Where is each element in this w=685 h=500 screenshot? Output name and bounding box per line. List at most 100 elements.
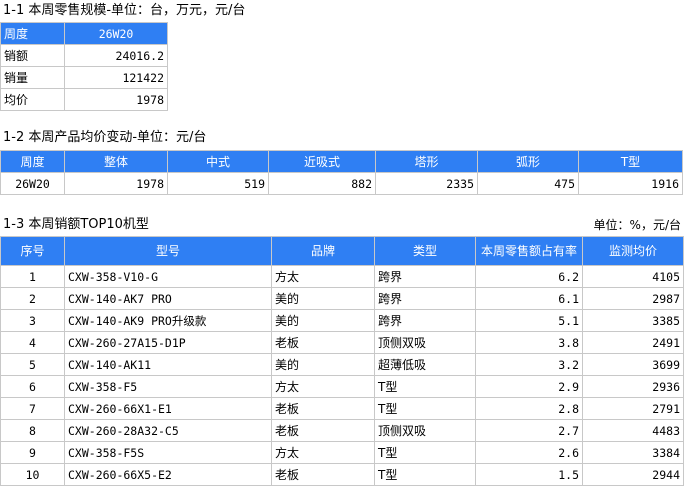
- header-cell: 本周零售额占有率: [475, 236, 583, 266]
- header-cell: 近吸式: [268, 150, 376, 173]
- table-cell: 1916: [578, 172, 683, 195]
- header-cell: 整体: [64, 150, 168, 173]
- retail-scale-table: 周度 26W20 销额 24016.2 销量 121422 均价 1978: [0, 22, 168, 111]
- header-cell: 品牌: [271, 236, 375, 266]
- table-cell: 4483: [582, 419, 684, 442]
- row-value: 24016.2: [64, 44, 168, 67]
- table-cell: 475: [477, 172, 579, 195]
- table-row: 4 CXW-260-27A15-D1P 老板 顶侧双吸 3.8 2491: [0, 331, 684, 354]
- table-row: 3 CXW-140-AK9 PRO升级款 美的 跨界 5.1 3385: [0, 309, 684, 332]
- table-cell: 5.1: [475, 309, 583, 332]
- table-cell: 2.8: [475, 397, 583, 420]
- row-label: 销额: [0, 44, 65, 67]
- table-row: 7 CXW-260-66X1-E1 老板 T型 2.8 2791: [0, 397, 684, 420]
- table-cell: CXW-358-V10-G: [64, 265, 272, 288]
- table-header-row: 序号 型号 品牌 类型 本周零售额占有率 监测均价: [0, 236, 684, 266]
- table-cell: 1978: [64, 172, 168, 195]
- table-cell: CXW-140-AK11: [64, 353, 272, 376]
- row-value: 121422: [64, 66, 168, 89]
- table-row: 1 CXW-358-V10-G 方太 跨界 6.2 4105: [0, 265, 684, 288]
- header-cell: T型: [578, 150, 683, 173]
- table-cell: 3699: [582, 353, 684, 376]
- table-cell: 超薄低吸: [374, 353, 476, 376]
- table-cell: 5: [0, 353, 65, 376]
- table-row: 销额 24016.2: [0, 44, 168, 67]
- table-cell: 9: [0, 441, 65, 464]
- table-cell: 美的: [271, 309, 375, 332]
- table-row: 2 CXW-140-AK7 PRO 美的 跨界 6.1 2987: [0, 287, 684, 310]
- table-header-row: 周度 26W20: [0, 22, 168, 45]
- table-cell: T型: [374, 441, 476, 464]
- header-cell: 塔形: [375, 150, 478, 173]
- table-cell: 519: [167, 172, 269, 195]
- table-cell: CXW-140-AK7 PRO: [64, 287, 272, 310]
- table-cell: 3385: [582, 309, 684, 332]
- table-cell: 3.8: [475, 331, 583, 354]
- section-1-title: 1-1 本周零售规模-单位：台，万元，元/台: [3, 3, 246, 18]
- table-row: 9 CXW-358-F5S 方太 T型 2.6 3384: [0, 441, 684, 464]
- row-label: 销量: [0, 66, 65, 89]
- table-cell: 882: [268, 172, 376, 195]
- table-cell: T型: [374, 463, 476, 486]
- table-cell: 老板: [271, 463, 375, 486]
- table-cell: CXW-140-AK9 PRO升级款: [64, 309, 272, 332]
- row-value: 1978: [64, 88, 168, 111]
- table-row: 均价 1978: [0, 88, 168, 111]
- header-cell: 序号: [0, 236, 65, 266]
- table-cell: CXW-358-F5: [64, 375, 272, 398]
- table-cell: 3: [0, 309, 65, 332]
- table-cell: 方太: [271, 265, 375, 288]
- table-cell: T型: [374, 397, 476, 420]
- unit-note: 单位：%，元/台: [593, 218, 681, 232]
- table-cell: 2.6: [475, 441, 583, 464]
- table-cell: 顶侧双吸: [374, 419, 476, 442]
- table-cell: 老板: [271, 397, 375, 420]
- header-cell: 周度: [0, 150, 65, 173]
- table-cell: 2: [0, 287, 65, 310]
- table-cell: CXW-358-F5S: [64, 441, 272, 464]
- table-cell: 8: [0, 419, 65, 442]
- header-cell: 弧形: [477, 150, 579, 173]
- table-cell: 3.2: [475, 353, 583, 376]
- table-row: 6 CXW-358-F5 方太 T型 2.9 2936: [0, 375, 684, 398]
- table-cell: 方太: [271, 375, 375, 398]
- table-cell: 7: [0, 397, 65, 420]
- table-cell: 老板: [271, 331, 375, 354]
- table-cell: 美的: [271, 287, 375, 310]
- price-change-table: 周度 整体 中式 近吸式 塔形 弧形 T型 26W20 1978 519 882…: [0, 150, 683, 195]
- table-row: 5 CXW-140-AK11 美的 超薄低吸 3.2 3699: [0, 353, 684, 376]
- table-cell: 2987: [582, 287, 684, 310]
- table-cell: 10: [0, 463, 65, 486]
- table-cell: 跨界: [374, 309, 476, 332]
- header-cell: 类型: [374, 236, 476, 266]
- table-cell: 2.7: [475, 419, 583, 442]
- table-cell: CXW-260-66X5-E2: [64, 463, 272, 486]
- table-row: 销量 121422: [0, 66, 168, 89]
- header-cell: 26W20: [64, 22, 168, 45]
- table-cell: 老板: [271, 419, 375, 442]
- table-cell: 方太: [271, 441, 375, 464]
- table-cell: 2491: [582, 331, 684, 354]
- table-cell: 6: [0, 375, 65, 398]
- table-cell: 6.2: [475, 265, 583, 288]
- header-cell: 中式: [167, 150, 269, 173]
- table-cell: 3384: [582, 441, 684, 464]
- table-row: 10 CXW-260-66X5-E2 老板 T型 1.5 2944: [0, 463, 684, 486]
- table-cell: 2.9: [475, 375, 583, 398]
- table-cell: 6.1: [475, 287, 583, 310]
- table-cell: 1.5: [475, 463, 583, 486]
- top10-models-table: 序号 型号 品牌 类型 本周零售额占有率 监测均价 1 CXW-358-V10-G…: [0, 236, 684, 486]
- table-row: 26W20 1978 519 882 2335 475 1916: [0, 172, 683, 195]
- table-row: 8 CXW-260-28A32-C5 老板 顶侧双吸 2.7 4483: [0, 419, 684, 442]
- table-cell: CXW-260-27A15-D1P: [64, 331, 272, 354]
- row-label: 均价: [0, 88, 65, 111]
- table-cell: 4: [0, 331, 65, 354]
- table-cell: 美的: [271, 353, 375, 376]
- table-cell: 顶侧双吸: [374, 331, 476, 354]
- header-cell: 型号: [64, 236, 272, 266]
- table-header-row: 周度 整体 中式 近吸式 塔形 弧形 T型: [0, 150, 683, 173]
- header-cell: 监测均价: [582, 236, 684, 266]
- table-cell: 2936: [582, 375, 684, 398]
- table-cell: CXW-260-66X1-E1: [64, 397, 272, 420]
- table-cell: T型: [374, 375, 476, 398]
